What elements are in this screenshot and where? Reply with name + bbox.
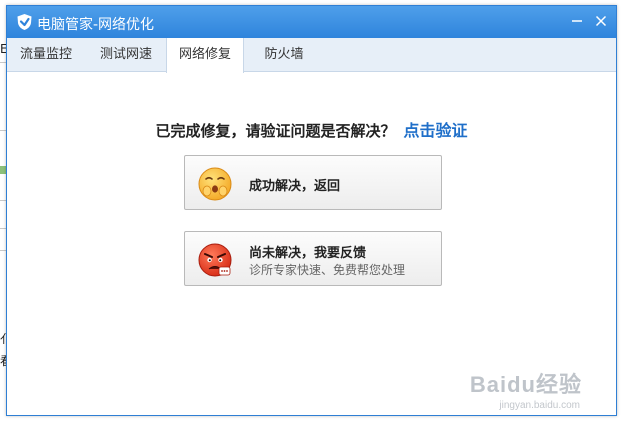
unresolved-description: 诊所专家快速、免费帮您处理 [249,263,406,277]
close-icon [595,15,607,27]
tab-bar: 流量监控 测试网速 网络修复 防火墙 [7,38,616,73]
watermark-url: jingyan.baidu.com [499,400,580,411]
baidu-jingyan-watermark: Baidu经验 [469,372,582,397]
verify-prompt: 已完成修复，请验证问题是否解决？ 点击验证 [7,117,616,141]
minimize-button[interactable] [568,12,586,30]
minimize-icon [572,20,582,22]
resolved-return-button[interactable]: 成功解决，返回 [184,155,442,210]
shield-logo-icon [17,14,32,30]
resolved-label: 成功解决，返回 [249,179,341,194]
tab-firewall[interactable]: 防火墙 [245,38,323,72]
tab-speed-test[interactable]: 测试网速 [87,38,165,72]
repair-result-panel: 已完成修复，请验证问题是否解决？ 点击验证 成功解决，返回 尚未解决，我要反馈 … [7,73,616,415]
window-title: 电脑管家-网络优化 [37,17,155,33]
verify-question: 已完成修复，请验证问题是否解决？ [155,122,396,140]
happy-face-icon [198,167,232,201]
tab-network-repair[interactable]: 网络修复 [166,38,244,73]
verify-link[interactable]: 点击验证 [404,121,468,140]
network-optimization-window: 电脑管家-网络优化 流量监控 测试网速 网络修复 防火墙 已完成修复，请验证问题… [6,5,617,416]
title-bar[interactable]: 电脑管家-网络优化 [7,6,616,38]
tab-traffic-monitor[interactable]: 流量监控 [7,38,85,72]
angry-face-icon [198,243,232,277]
close-button[interactable] [592,12,610,30]
unresolved-feedback-button[interactable]: 尚未解决，我要反馈 诊所专家快速、免费帮您处理 [184,231,442,286]
unresolved-label: 尚未解决，我要反馈 [249,246,367,261]
